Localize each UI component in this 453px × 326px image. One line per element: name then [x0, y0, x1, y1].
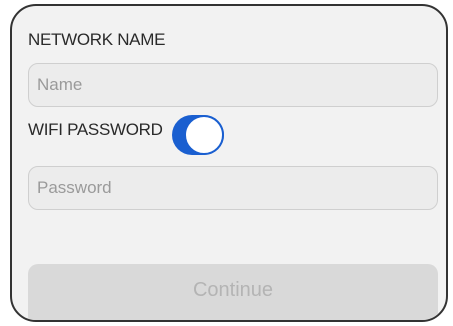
continue-button[interactable]: Continue — [28, 264, 438, 320]
network-setup-card: NETWORK NAME WIFI PASSWORD Continue — [10, 4, 448, 322]
network-name-label: NETWORK NAME — [28, 30, 166, 49]
wifi-password-input[interactable] — [28, 166, 438, 210]
wifi-password-toggle[interactable] — [172, 115, 224, 155]
toggle-knob — [184, 115, 224, 155]
wifi-password-label: WIFI PASSWORD — [28, 120, 163, 139]
network-name-input[interactable] — [28, 63, 438, 107]
